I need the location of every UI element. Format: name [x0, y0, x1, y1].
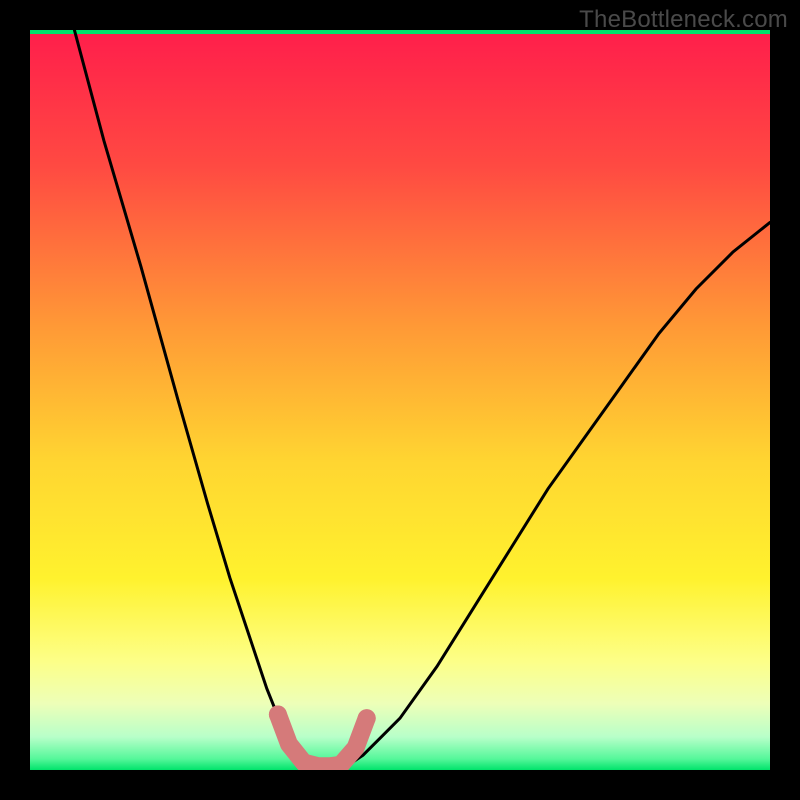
chart-frame: TheBottleneck.com: [0, 0, 800, 800]
watermark-text: TheBottleneck.com: [579, 6, 788, 34]
curve-marker-dot: [358, 709, 376, 727]
bottleneck-curve: [30, 30, 770, 770]
curve-marker-dot: [269, 706, 287, 724]
plot-area: [30, 30, 770, 770]
